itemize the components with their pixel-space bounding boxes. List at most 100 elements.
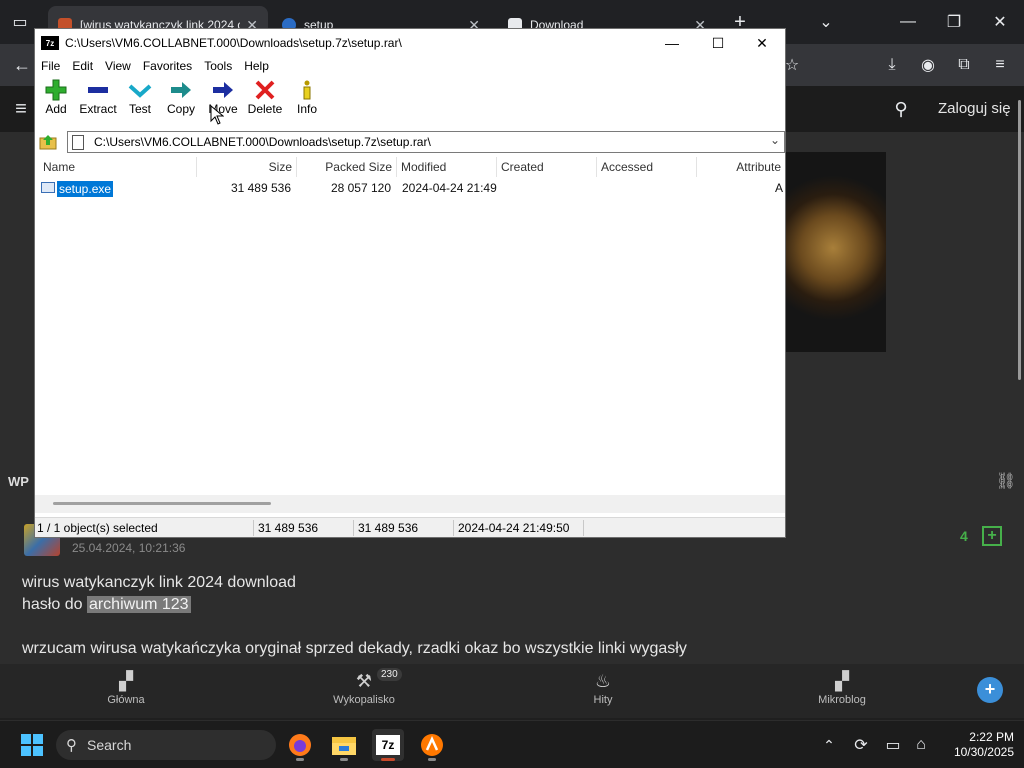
- menu-file[interactable]: File: [35, 57, 66, 77]
- network-icon[interactable]: ⌂: [910, 735, 932, 755]
- extract-button[interactable]: Extract: [77, 79, 119, 116]
- path-input[interactable]: C:\Users\VM6.COLLABNET.000\Downloads\set…: [67, 131, 785, 153]
- post-line-3: wrzucam wirusa watykańczyka oryginał spr…: [22, 640, 687, 657]
- minimize-button[interactable]: —: [649, 29, 695, 57]
- shovel-icon: ⚒: [355, 670, 373, 691]
- downloads-icon[interactable]: ⤓: [880, 54, 904, 76]
- file-name-cell[interactable]: setup.exe: [57, 181, 114, 197]
- login-link[interactable]: Zaloguj się: [938, 100, 1011, 117]
- firefox-icon: [289, 734, 311, 756]
- back-icon[interactable]: ←: [10, 54, 34, 76]
- up-folder-icon[interactable]: [39, 133, 59, 151]
- status-selected: 1 / 1 object(s) selected: [37, 521, 158, 535]
- delete-x-icon: [255, 80, 275, 100]
- minimize-icon[interactable]: —: [896, 10, 920, 34]
- menu-tools[interactable]: Tools: [198, 57, 238, 77]
- path-dropdown-icon[interactable]: ⌄: [770, 133, 780, 147]
- column-header-name[interactable]: Name: [39, 157, 197, 177]
- column-header-accessed[interactable]: Accessed: [597, 157, 697, 177]
- delete-button[interactable]: Delete: [244, 79, 286, 116]
- tab-actions-icon[interactable]: ▭: [8, 12, 32, 32]
- search-icon[interactable]: ⚲: [888, 96, 914, 122]
- browser-menu-icon[interactable]: ≡: [988, 54, 1012, 76]
- nav-item-glowna[interactable]: ▞ Główna: [66, 668, 186, 707]
- start-button[interactable]: [16, 729, 48, 761]
- highlighted-text: archiwum 123: [86, 596, 191, 613]
- link-icon[interactable]: ⛓: [994, 472, 1018, 490]
- info-button[interactable]: Info: [286, 79, 328, 116]
- file-modified-cell: 2024-04-24 21:49: [402, 181, 497, 195]
- extract-label: Extract: [79, 102, 117, 116]
- show-hidden-icons-chevron[interactable]: ⌃: [818, 735, 840, 755]
- copy-button[interactable]: Copy: [160, 79, 202, 116]
- extensions-icon[interactable]: ⧉: [952, 54, 976, 76]
- nav-item-wykopalisko[interactable]: ⚒ Wykopalisko: [304, 668, 424, 707]
- scrollbar-thumb[interactable]: [53, 502, 271, 505]
- file-list[interactable]: setup.exe 31 489 536 28 057 120 2024-04-…: [35, 177, 785, 493]
- copy-label: Copy: [166, 102, 195, 116]
- taskbar-search[interactable]: ⚲ Search: [56, 730, 276, 760]
- mouse-cursor-icon: [210, 105, 224, 125]
- bottom-navigation: ▞ Główna ⚒ Wykopalisko 230 ♨ Hity ▞ Mikr…: [0, 664, 1024, 718]
- address-bar: C:\Users\VM6.COLLABNET.000\Downloads\set…: [35, 129, 785, 155]
- menu-bar: File Edit View Favorites Tools Help: [35, 57, 785, 77]
- add-button[interactable]: Add: [35, 79, 77, 116]
- column-header-modified[interactable]: Modified: [397, 157, 497, 177]
- vote-plus-button[interactable]: +: [982, 526, 1002, 546]
- page-scrollbar[interactable]: [1018, 100, 1021, 380]
- nav-item-hity[interactable]: ♨ Hity: [543, 668, 663, 707]
- taskbar-avast[interactable]: [416, 729, 448, 761]
- column-header-size[interactable]: Size: [197, 157, 297, 177]
- close-button[interactable]: ✕: [739, 29, 785, 57]
- sync-icon[interactable]: ⟳: [850, 735, 872, 755]
- status-size-2: 31 489 536: [358, 521, 419, 535]
- menu-edit[interactable]: Edit: [66, 57, 99, 77]
- nav-item-mikroblog[interactable]: ▞ Mikroblog: [782, 668, 902, 707]
- taskbar-file-explorer[interactable]: [328, 729, 360, 761]
- post-image[interactable]: [780, 152, 886, 352]
- menu-help[interactable]: Help: [238, 57, 275, 77]
- column-headers: Name Size Packed Size Modified Created A…: [35, 157, 785, 177]
- post-date: 25.04.2024, 10:21:36: [72, 541, 186, 555]
- add-label: Add: [45, 102, 67, 116]
- taskbar-firefox[interactable]: [284, 729, 316, 761]
- status-date: 2024-04-24 21:49:50: [458, 521, 570, 535]
- restore-icon[interactable]: ❐: [942, 10, 966, 34]
- document-icon: [72, 134, 84, 150]
- add-post-button[interactable]: +: [977, 677, 1003, 703]
- system-clock[interactable]: 2:22 PM 10/30/2025: [940, 730, 1014, 760]
- display-icon[interactable]: ▭: [882, 735, 904, 755]
- maximize-button[interactable]: ☐: [695, 29, 741, 57]
- add-icon: [45, 79, 67, 101]
- search-icon: ⚲: [66, 737, 77, 754]
- search-label: Search: [87, 737, 132, 753]
- column-header-attribute[interactable]: Attribute: [697, 157, 785, 177]
- taskbar-7zip[interactable]: 7z: [372, 729, 404, 761]
- horizontal-scrollbar[interactable]: [35, 495, 785, 513]
- test-checkmark-icon: [128, 84, 152, 98]
- home-icon: ▞: [119, 670, 133, 691]
- table-row[interactable]: setup.exe 31 489 536 28 057 120 2024-04-…: [35, 177, 785, 199]
- info-icon: [303, 80, 311, 100]
- status-size: 31 489 536: [258, 521, 319, 535]
- extract-icon: [88, 87, 108, 93]
- path-value: C:\Users\VM6.COLLABNET.000\Downloads\set…: [94, 135, 431, 149]
- post-line-2-prefix: hasło do: [22, 596, 83, 613]
- close-window-icon[interactable]: ✕: [988, 10, 1012, 34]
- running-indicator: [428, 758, 436, 761]
- 7zip-titlebar[interactable]: 7z C:\Users\VM6.COLLABNET.000\Downloads\…: [35, 29, 785, 57]
- menu-favorites[interactable]: Favorites: [137, 57, 198, 77]
- status-divider: [353, 520, 354, 536]
- column-header-packed-size[interactable]: Packed Size: [297, 157, 397, 177]
- test-button[interactable]: Test: [119, 79, 161, 116]
- status-divider: [583, 520, 584, 536]
- profile-icon[interactable]: ◉: [916, 54, 940, 76]
- tab-search-chevron-icon[interactable]: ⌄: [814, 10, 838, 34]
- menu-view[interactable]: View: [99, 57, 137, 77]
- section-label: WP: [8, 474, 29, 489]
- exe-file-icon: [41, 182, 55, 193]
- running-indicator: [340, 758, 348, 761]
- column-header-created[interactable]: Created: [497, 157, 597, 177]
- hamburger-menu-icon[interactable]: ≡: [8, 96, 34, 122]
- window-title: C:\Users\VM6.COLLABNET.000\Downloads\set…: [65, 36, 402, 50]
